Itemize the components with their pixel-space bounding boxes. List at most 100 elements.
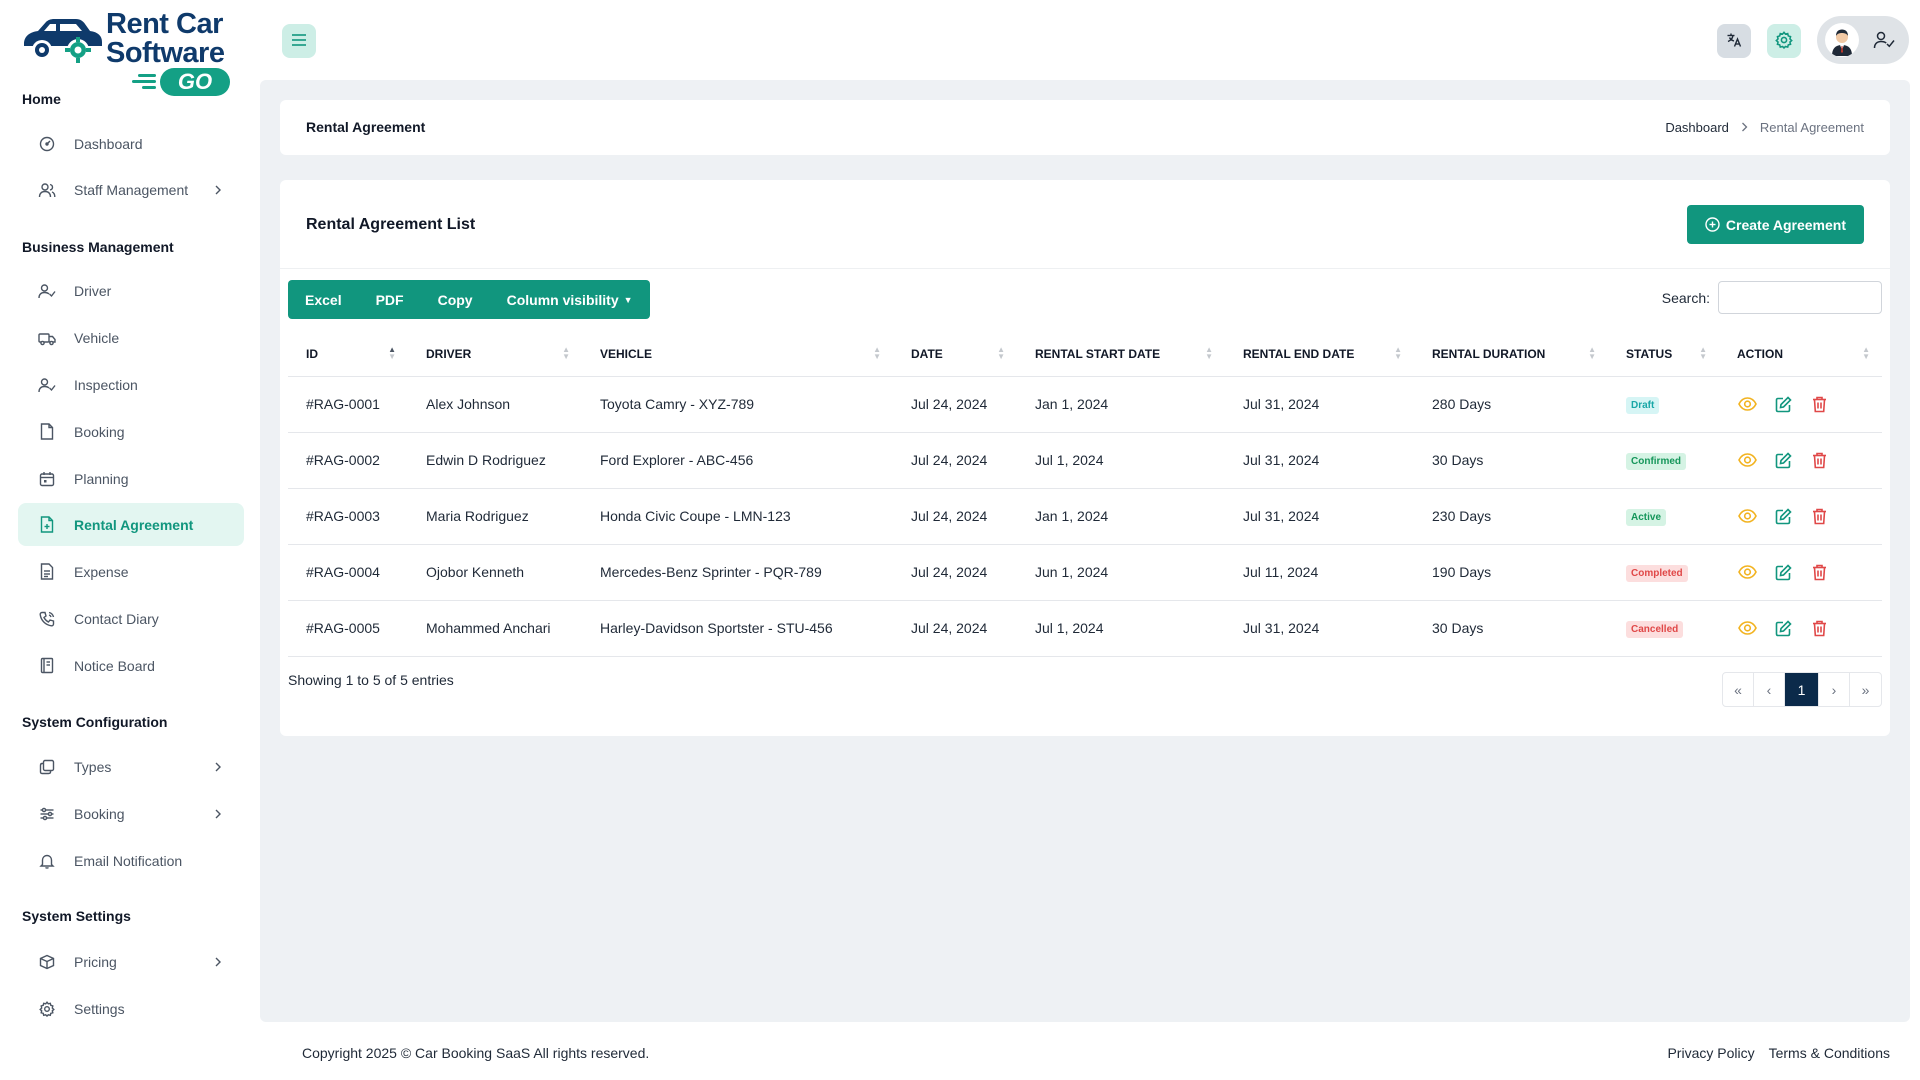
sidebar-item-driver[interactable]: Driver	[18, 269, 244, 312]
brand-line1: Rent Car	[106, 8, 223, 40]
edit-icon[interactable]	[1773, 562, 1793, 582]
next-page-button[interactable]: ›	[1819, 673, 1850, 706]
terms-conditions-link[interactable]: Terms & Conditions	[1769, 1045, 1890, 1061]
breadcrumb: Dashboard Rental Agreement	[1665, 120, 1864, 135]
prev-page-button[interactable]: ‹	[1754, 673, 1785, 706]
cell-id: #RAG-0002	[288, 432, 408, 489]
sidebar-item-settings[interactable]: Settings	[18, 987, 244, 1030]
sidebar-item-booking[interactable]: Booking	[18, 410, 244, 453]
types-icon	[38, 758, 56, 776]
sidebar-item-label: Driver	[74, 282, 112, 299]
column-header-vehicle[interactable]: VEHICLE ▲ ▼	[582, 332, 893, 377]
eye-icon[interactable]	[1737, 450, 1757, 470]
section-title-business-management: Business Management	[22, 239, 174, 255]
avatar	[1825, 23, 1859, 57]
table-row: #RAG-0003 Maria Rodriguez Honda Civic Coup…	[288, 488, 1882, 545]
edit-icon[interactable]	[1773, 618, 1793, 638]
cell-duration: 230 Days	[1414, 488, 1608, 545]
cell-id: #RAG-0004	[288, 544, 408, 601]
brand-line2: Software	[106, 37, 225, 69]
eye-icon[interactable]	[1737, 562, 1757, 582]
section-title-system-configuration: System Configuration	[22, 714, 168, 730]
pagination: « ‹ 1 › »	[1722, 672, 1882, 707]
edit-icon[interactable]	[1773, 394, 1793, 414]
sidebar-item-label: Contact Diary	[74, 610, 159, 627]
edit-icon[interactable]	[1773, 506, 1793, 526]
last-page-button[interactable]: »	[1850, 673, 1881, 706]
sidebar-item-label: Notice Board	[74, 657, 155, 674]
sidebar-item-inspection[interactable]: Inspection	[18, 363, 244, 406]
create-agreement-button[interactable]: Create Agreement	[1686, 205, 1864, 244]
calendar-icon	[38, 470, 56, 488]
search-input[interactable]	[1718, 281, 1882, 314]
privacy-policy-link[interactable]: Privacy Policy	[1667, 1045, 1754, 1061]
sidebar: Rent Car Software GO Home Dashboard Staf…	[0, 0, 262, 1080]
create-agreement-label: Create Agreement	[1725, 216, 1846, 233]
sidebar-item-email-notification[interactable]: Email Notification	[18, 839, 244, 882]
sidebar-item-notice-board[interactable]: Notice Board	[18, 644, 244, 687]
sidebar-item-label: Rental Agreement	[74, 516, 194, 533]
column-header-rental-start-date[interactable]: RENTAL START DATE ▲ ▼	[1017, 332, 1225, 377]
table-row: #RAG-0002 Edwin D Rodriguez Ford Explorer …	[288, 432, 1882, 489]
sidebar-item-label: Planning	[74, 470, 129, 487]
brand-logo[interactable]: Rent Car Software GO	[20, 8, 240, 98]
column-header-status[interactable]: STATUS ▲ ▼	[1608, 332, 1719, 377]
cell-status: Completed	[1608, 544, 1719, 601]
column-header-rental-duration[interactable]: RENTAL DURATION ▲ ▼	[1414, 332, 1608, 377]
column-header-id[interactable]: ID ▲ ▼	[288, 332, 408, 377]
sidebar-item-dashboard[interactable]: Dashboard	[18, 122, 244, 165]
sidebar-item-vehicle[interactable]: Vehicle	[18, 316, 244, 359]
eye-icon[interactable]	[1737, 618, 1757, 638]
settings-button[interactable]	[1767, 24, 1801, 58]
menu-toggle-button[interactable]	[282, 24, 316, 58]
cell-action	[1719, 488, 1882, 545]
cell-date: Jul 24, 2024	[893, 376, 1017, 433]
column-header-action[interactable]: ACTION ▲ ▼	[1719, 332, 1882, 377]
cell-end-date: Jul 31, 2024	[1225, 600, 1414, 657]
sidebar-item-label: Dashboard	[74, 135, 143, 152]
pdf-button[interactable]: PDF	[359, 280, 421, 319]
chevron-right-icon	[212, 761, 224, 773]
sidebar-item-pricing[interactable]: Pricing	[18, 940, 244, 983]
column-header-date[interactable]: DATE ▲ ▼	[893, 332, 1017, 377]
sidebar-item-expense[interactable]: Expense	[18, 550, 244, 593]
trash-icon[interactable]	[1809, 394, 1829, 414]
eye-icon[interactable]	[1737, 394, 1757, 414]
sidebar-item-planning[interactable]: Planning	[18, 457, 244, 500]
edit-icon[interactable]	[1773, 450, 1793, 470]
cell-status: Cancelled	[1608, 600, 1719, 657]
language-button[interactable]	[1717, 24, 1751, 58]
chevron-right-icon	[212, 956, 224, 968]
eye-icon[interactable]	[1737, 506, 1757, 526]
chevron-right-icon	[1741, 120, 1748, 135]
sidebar-item-contact-diary[interactable]: Contact Diary	[18, 597, 244, 640]
table-row: #RAG-0005 Mohammed Anchari Harley-Davidson…	[288, 600, 1882, 657]
trash-icon[interactable]	[1809, 618, 1829, 638]
copyright-text: Copyright 2025 © Car Booking SaaS All ri…	[302, 1045, 650, 1061]
copy-button[interactable]: Copy	[421, 280, 490, 319]
cell-duration: 30 Days	[1414, 600, 1608, 657]
page-1-button[interactable]: 1	[1785, 673, 1819, 706]
sidebar-item-staff-management[interactable]: Staff Management	[18, 168, 244, 211]
first-page-button[interactable]: «	[1723, 673, 1754, 706]
trash-icon[interactable]	[1809, 562, 1829, 582]
trash-icon[interactable]	[1809, 506, 1829, 526]
breadcrumb-dashboard-link[interactable]: Dashboard	[1665, 120, 1729, 135]
trash-icon[interactable]	[1809, 450, 1829, 470]
cell-end-date: Jul 31, 2024	[1225, 376, 1414, 433]
users-icon	[38, 181, 56, 199]
sidebar-item-rental-agreement[interactable]: Rental Agreement	[18, 503, 244, 546]
profile-menu-button[interactable]	[1817, 16, 1909, 64]
excel-button[interactable]: Excel	[288, 280, 359, 319]
column-header-driver[interactable]: DRIVER ▲ ▼	[408, 332, 582, 377]
column-visibility-button[interactable]: Column visibility ▼	[490, 280, 650, 319]
cell-date: Jul 24, 2024	[893, 544, 1017, 601]
dashboard-icon	[38, 135, 56, 153]
column-header-rental-end-date[interactable]: RENTAL END DATE ▲ ▼	[1225, 332, 1414, 377]
column-header-label: RENTAL END DATE	[1243, 346, 1355, 361]
cell-vehicle: Honda Civic Coupe - LMN-123	[582, 488, 893, 545]
sort-icon: ▲ ▼	[1699, 345, 1707, 361]
sidebar-item-types[interactable]: Types	[18, 745, 244, 788]
sidebar-item-booking-config[interactable]: Booking	[18, 792, 244, 835]
status-badge: Completed	[1626, 564, 1688, 582]
